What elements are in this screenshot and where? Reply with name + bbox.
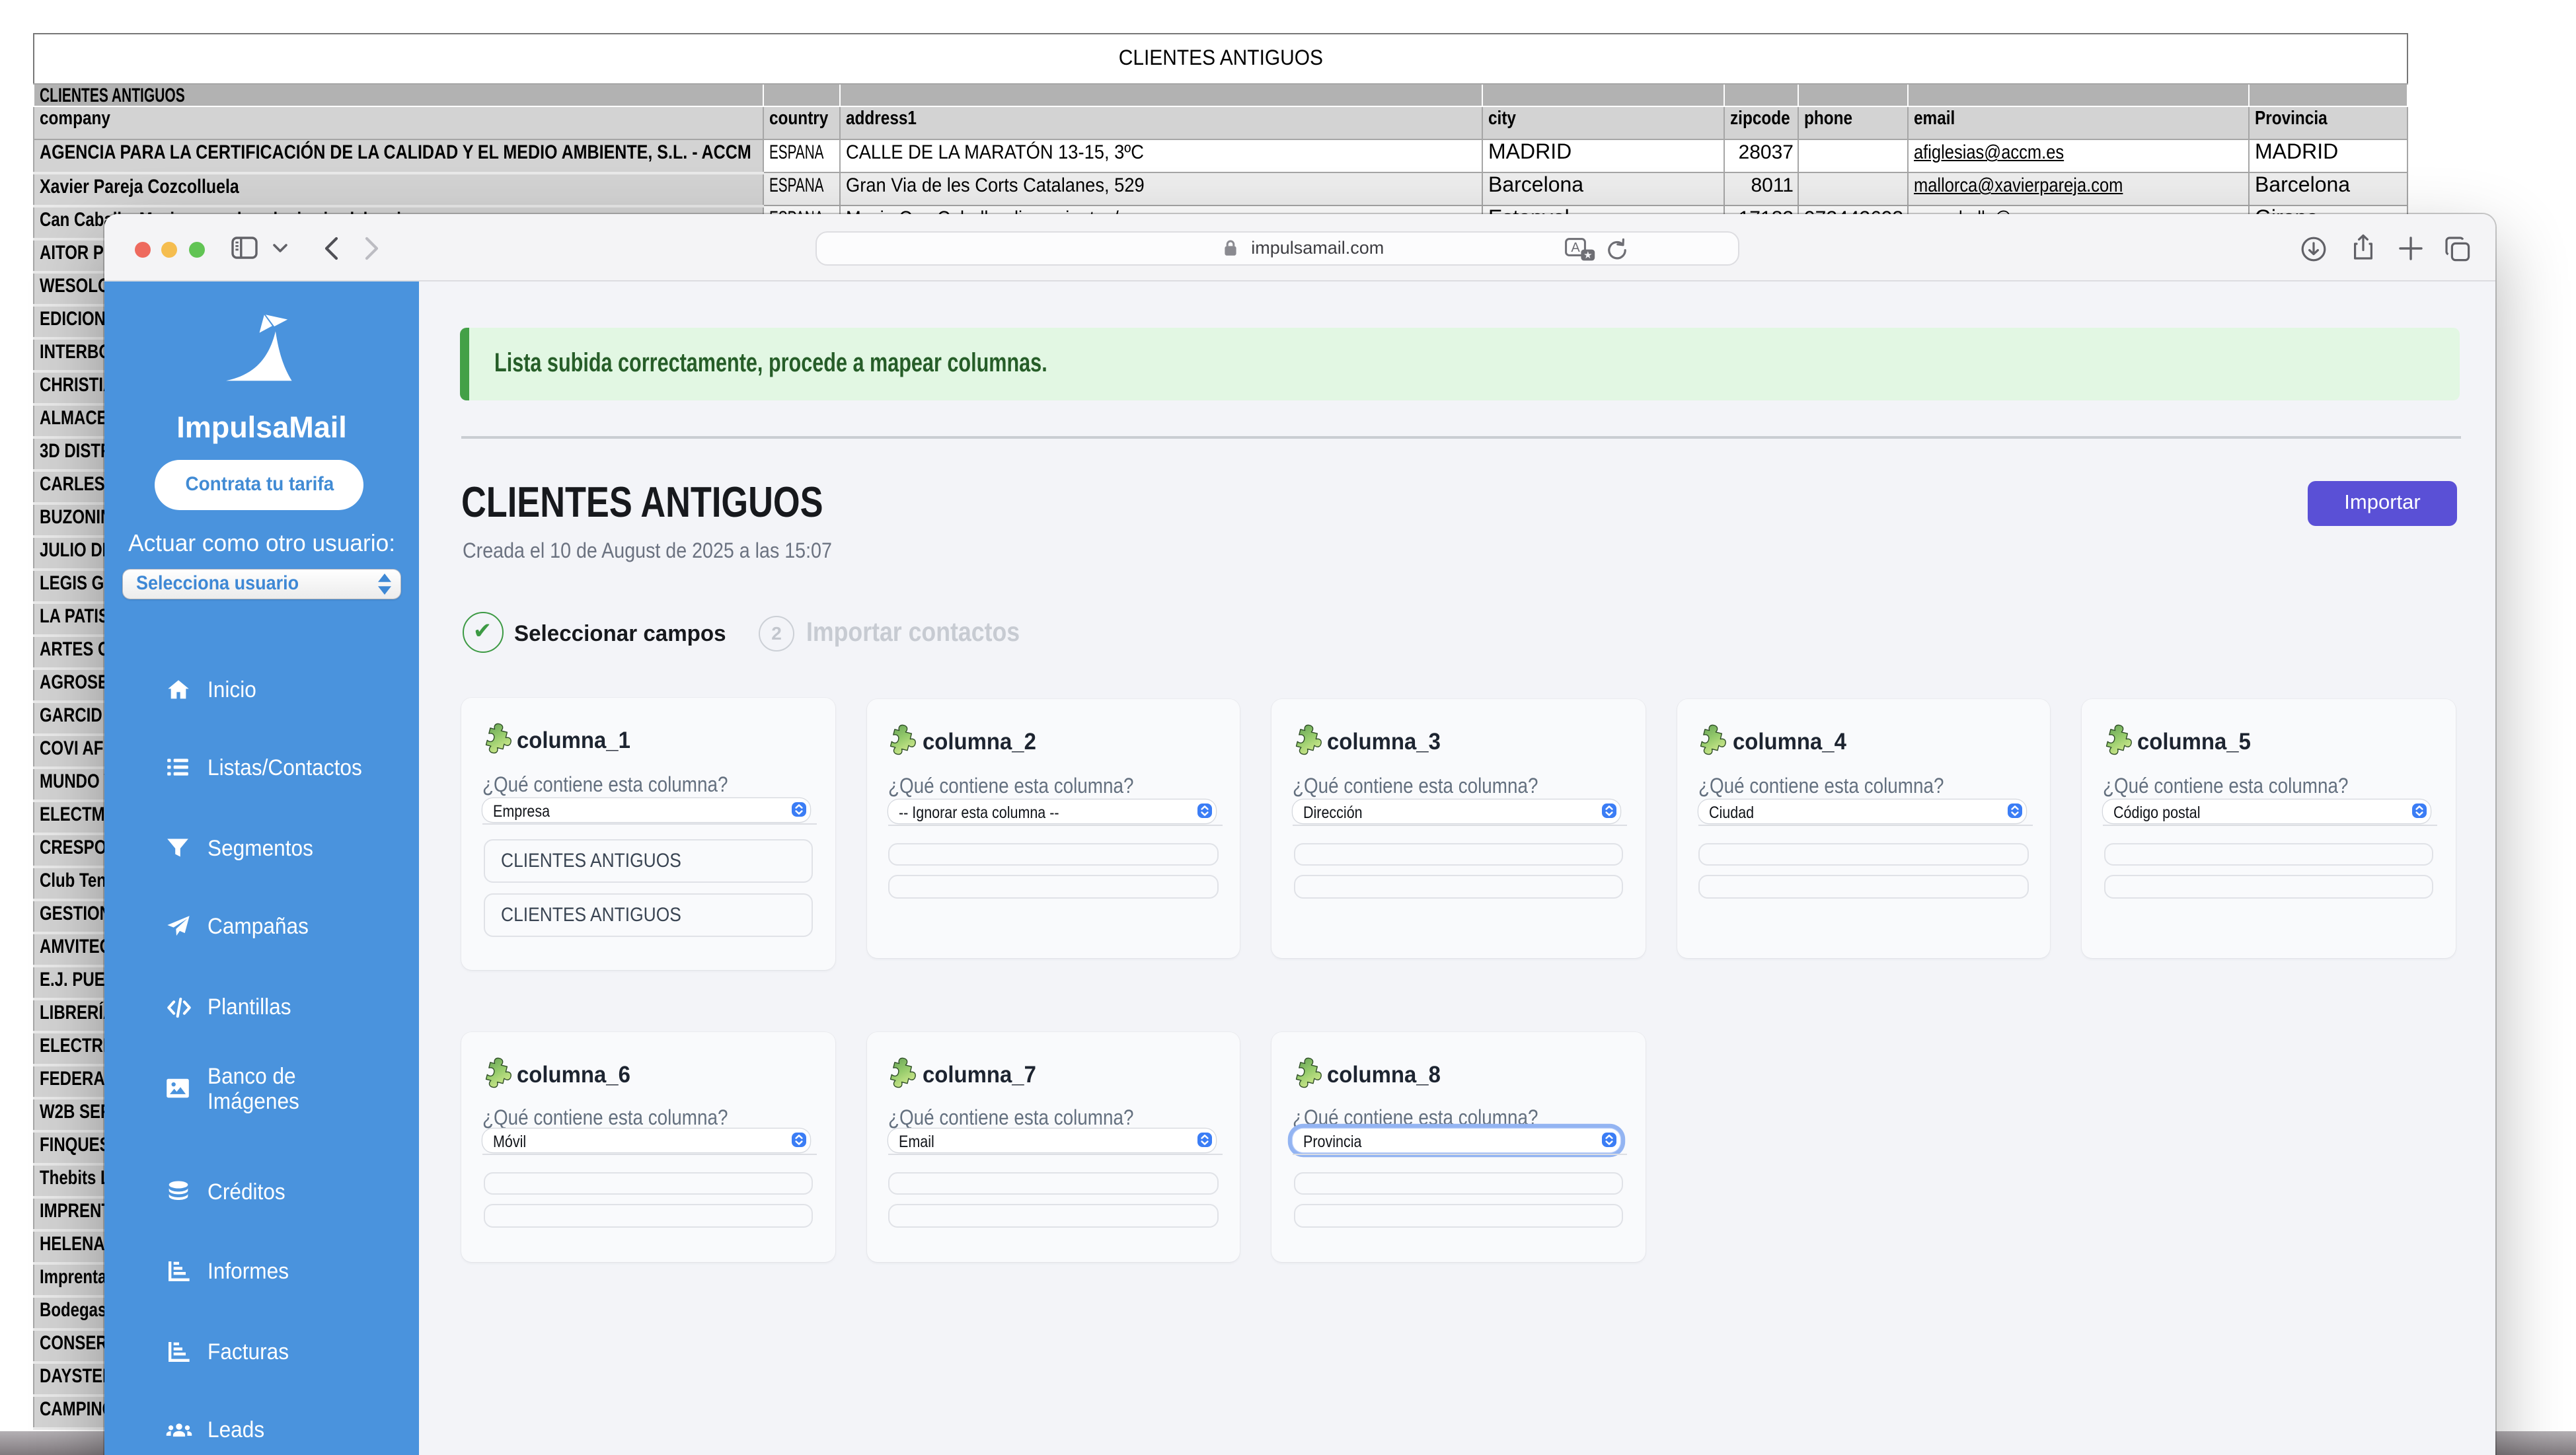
svg-text:★: ★ <box>1583 250 1592 261</box>
svg-text:A: A <box>1571 241 1580 255</box>
